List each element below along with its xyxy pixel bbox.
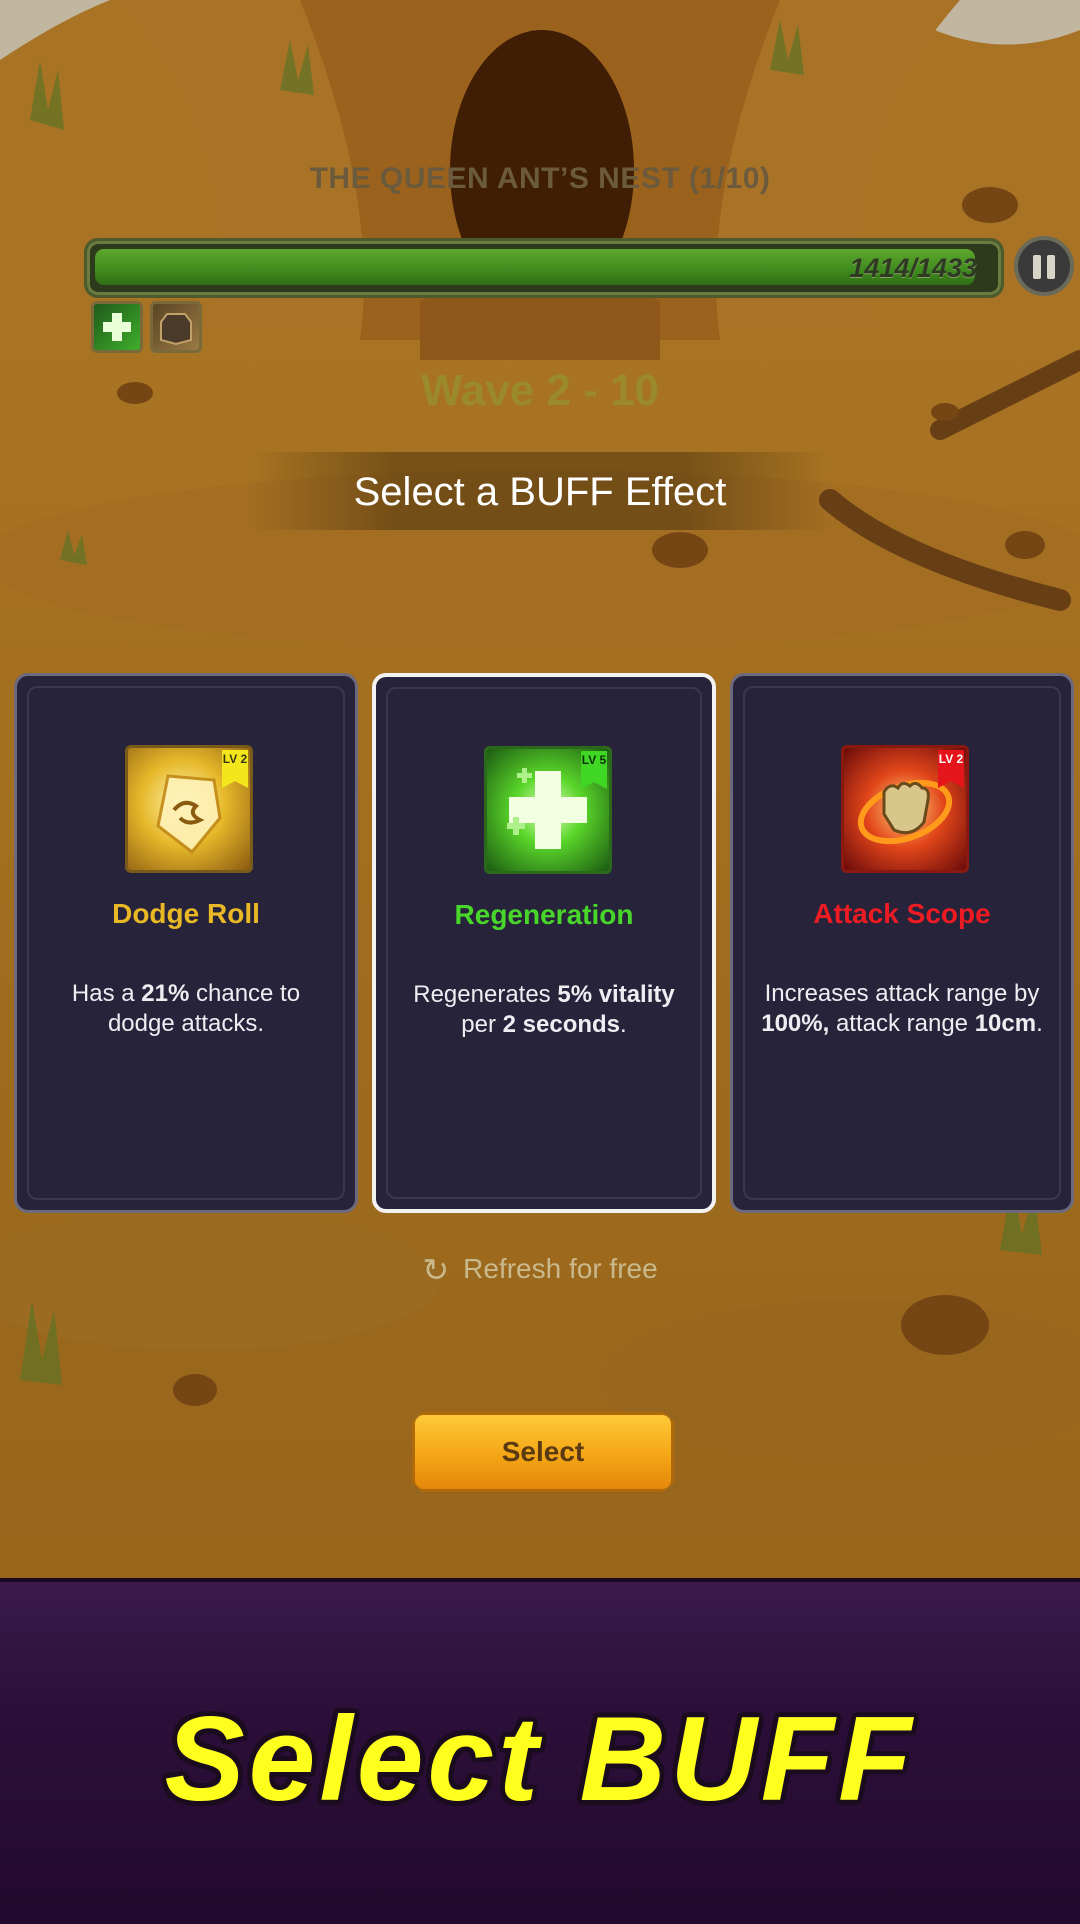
buff-card-attack-scope[interactable]: LV 2 Attack Scope Increases attack range…	[730, 673, 1074, 1213]
health-value: 1414/1433	[849, 253, 977, 283]
refresh-button[interactable]: ↻ Refresh for free	[0, 1251, 1080, 1289]
buff-description: Regenerates 5% vitality per 2 seconds.	[413, 981, 675, 1038]
buff-name: Attack Scope	[813, 898, 991, 929]
wave-title: Wave 2 - 10	[420, 366, 660, 415]
pause-button[interactable]	[1014, 236, 1074, 296]
buff-description: Increases attack range by 100%, attack r…	[761, 980, 1043, 1037]
boss-health-bar: 1414/1433	[84, 238, 1004, 298]
armor-buff-icon	[150, 301, 202, 353]
buff-card-dodge-roll[interactable]: LV 2 Dodge Roll Has a 21% chance to dodg…	[14, 673, 358, 1213]
buff-description: Has a 21% chance to dodge attacks.	[71, 980, 301, 1037]
promo-title: Select BUFF	[164, 1692, 916, 1826]
health-bar-fill	[95, 249, 975, 285]
select-buff-heading: Select a BUFF Effect	[353, 470, 727, 514]
refresh-icon: ↻	[422, 1252, 450, 1288]
refresh-label: Refresh for free	[463, 1253, 658, 1284]
buff-card-regeneration[interactable]: LV 5 Regeneration Regenerates 5% vitalit…	[372, 673, 716, 1213]
dodge-roll-icon: LV 2	[125, 745, 253, 873]
regeneration-icon: LV 5	[484, 746, 612, 874]
buff-name: Dodge Roll	[112, 898, 260, 929]
buff-name: Regeneration	[454, 899, 634, 930]
attack-scope-icon: LV 2	[841, 745, 969, 873]
regeneration-buff-icon	[91, 301, 143, 353]
select-button[interactable]: Select	[412, 1412, 674, 1492]
level-title: THE QUEEN ANT’S NEST (1/10)	[309, 162, 771, 195]
